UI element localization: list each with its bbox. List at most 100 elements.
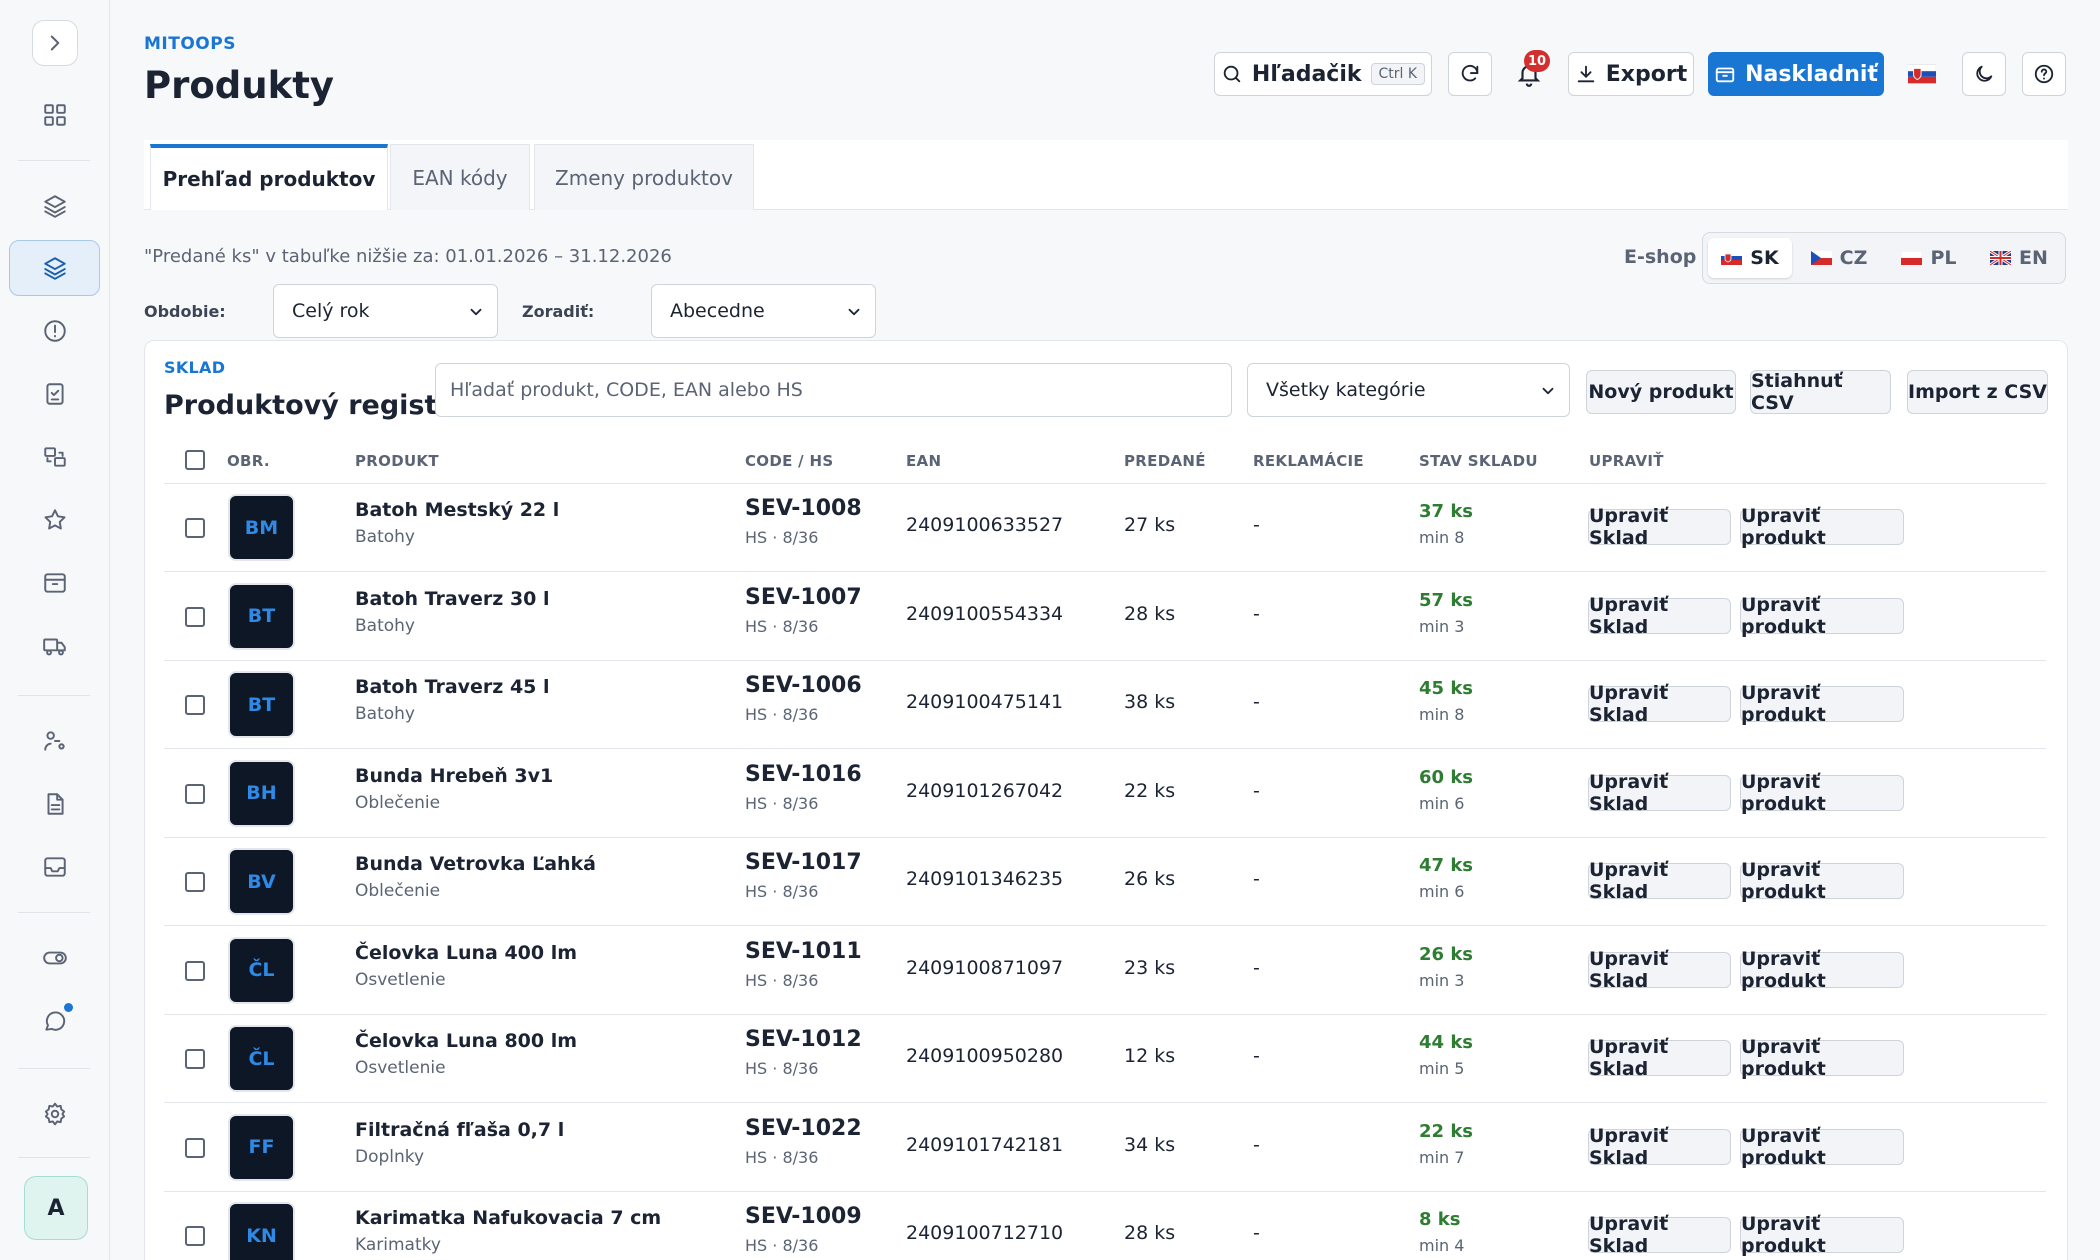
product-search-placeholder: Hľadať produkt, CODE, EAN alebo HS xyxy=(450,379,803,401)
product-name[interactable]: Batoh Traverz 30 l xyxy=(355,588,550,610)
sidebar-item-alerts[interactable] xyxy=(30,306,80,356)
column-header-sold[interactable]: PREDANÉ xyxy=(1124,452,1206,470)
product-name[interactable]: Batoh Mestský 22 l xyxy=(355,499,559,521)
download-csv-button[interactable]: Stiahnuť CSV xyxy=(1750,370,1891,414)
import-csv-button[interactable]: Import z CSV xyxy=(1907,370,2048,414)
row-checkbox[interactable] xyxy=(185,606,205,627)
tab-product-changes[interactable]: Zmeny produktov xyxy=(534,144,754,210)
edit-product-button[interactable]: Upraviť produkt xyxy=(1740,1213,1904,1257)
product-name[interactable]: Bunda Hrebeň 3v1 xyxy=(355,765,553,787)
product-min-stock: min 3 xyxy=(1419,970,1465,990)
edit-stock-button[interactable]: Upraviť Sklad xyxy=(1588,1213,1731,1257)
eshop-lang-cz[interactable]: CZ xyxy=(1797,238,1881,278)
eshop-lang-en[interactable]: EN xyxy=(1977,238,2061,278)
select-all-checkbox[interactable] xyxy=(185,450,205,470)
edit-stock-button[interactable]: Upraviť Sklad xyxy=(1588,1036,1731,1080)
sidebar-item-toggles[interactable] xyxy=(30,933,80,983)
product-name[interactable]: Čelovka Luna 400 lm xyxy=(355,942,577,964)
row-checkbox[interactable] xyxy=(185,783,205,804)
sort-select[interactable]: Abecedne xyxy=(651,284,876,338)
product-claims: - xyxy=(1253,1045,1260,1067)
row-checkbox[interactable] xyxy=(185,1137,205,1158)
sidebar-item-customers[interactable] xyxy=(30,716,80,766)
product-thumbnail[interactable]: ČL xyxy=(228,1025,295,1092)
product-thumbnail[interactable]: BM xyxy=(228,494,295,561)
sidebar-item-archive[interactable] xyxy=(30,558,80,608)
refresh-button[interactable] xyxy=(1448,52,1492,96)
edit-product-button[interactable]: Upraviť produkt xyxy=(1740,948,1904,992)
eshop-lang-pl[interactable]: PL xyxy=(1887,238,1971,278)
sidebar-item-layers[interactable] xyxy=(30,181,80,231)
row-checkbox[interactable] xyxy=(185,872,205,892)
column-header-claims[interactable]: REKLAMÁCIE xyxy=(1253,452,1364,470)
edit-stock-button[interactable]: Upraviť Sklad xyxy=(1588,948,1731,992)
edit-stock-button[interactable]: Upraviť Sklad xyxy=(1588,771,1731,815)
inbox-icon xyxy=(44,857,66,877)
sidebar-item-shipping[interactable] xyxy=(30,621,80,671)
help-button[interactable] xyxy=(2022,52,2066,96)
column-header-product[interactable]: PRODUKT xyxy=(355,452,439,470)
edit-product-button[interactable]: Upraviť produkt xyxy=(1740,859,1904,903)
product-thumbnail[interactable]: FF xyxy=(228,1113,295,1181)
edit-product-button[interactable]: Upraviť produkt xyxy=(1740,1036,1904,1080)
sidebar-item-dashboard[interactable] xyxy=(30,90,80,140)
product-thumbnail[interactable]: BT xyxy=(228,671,295,738)
eshop-lang-sk[interactable]: SK xyxy=(1708,238,1792,278)
product-name[interactable]: Karimatka Nafukovacia 7 cm xyxy=(355,1207,661,1229)
row-checkbox[interactable] xyxy=(185,1226,205,1246)
export-button[interactable]: Export xyxy=(1568,52,1694,96)
edit-product-button[interactable]: Upraviť produkt xyxy=(1740,1125,1904,1169)
edit-stock-button[interactable]: Upraviť Sklad xyxy=(1588,859,1731,903)
edit-stock-button[interactable]: Upraviť Sklad xyxy=(1588,682,1731,726)
product-thumbnail[interactable]: BH xyxy=(228,759,295,827)
edit-product-button[interactable]: Upraviť produkt xyxy=(1740,682,1904,726)
product-thumbnail[interactable]: BV xyxy=(228,848,295,915)
global-search-button[interactable]: Hľadačik Ctrl K xyxy=(1214,52,1432,96)
sidebar-item-tasks[interactable] xyxy=(30,369,80,419)
tab-product-overview[interactable]: Prehľad produktov xyxy=(150,144,388,210)
product-name[interactable]: Filtračná fľaša 0,7 l xyxy=(355,1119,564,1141)
product-sold: 12 ks xyxy=(1124,1045,1176,1067)
edit-stock-button[interactable]: Upraviť Sklad xyxy=(1588,505,1731,549)
product-thumbnail[interactable]: BT xyxy=(228,582,295,650)
user-avatar[interactable]: A xyxy=(24,1176,88,1240)
sidebar-item-transfers[interactable] xyxy=(30,432,80,482)
sidebar-item-chat[interactable] xyxy=(30,996,80,1046)
eshop-label: E-shop xyxy=(1624,246,1697,268)
product-thumbnail[interactable]: ČL xyxy=(228,936,295,1004)
product-name[interactable]: Čelovka Luna 800 lm xyxy=(355,1030,577,1052)
sidebar-item-settings[interactable] xyxy=(30,1089,80,1139)
product-hs: HS · 8/36 xyxy=(745,528,819,547)
row-checkbox[interactable] xyxy=(185,960,205,981)
tab-ean-codes[interactable]: EAN kódy xyxy=(390,144,530,210)
row-checkbox[interactable] xyxy=(185,695,205,715)
row-checkbox[interactable] xyxy=(185,1049,205,1069)
pl-flag-icon xyxy=(1901,251,1923,265)
product-name[interactable]: Batoh Traverz 45 l xyxy=(355,676,550,698)
sidebar-item-documents[interactable] xyxy=(30,779,80,829)
dark-mode-toggle[interactable] xyxy=(1962,52,2006,96)
product-name[interactable]: Bunda Vetrovka Ľahká xyxy=(355,853,596,875)
product-stock: 45 ks xyxy=(1419,678,1473,699)
alert-circle-icon xyxy=(44,320,66,342)
sidebar-item-favorites[interactable] xyxy=(30,495,80,545)
row-checkbox[interactable] xyxy=(185,518,205,538)
column-header-code[interactable]: CODE / HS xyxy=(745,452,833,470)
new-product-button[interactable]: Nový produkt xyxy=(1586,370,1736,414)
product-search-input[interactable]: Hľadať produkt, CODE, EAN alebo HS xyxy=(435,363,1232,417)
product-thumbnail[interactable]: KN xyxy=(228,1202,295,1260)
sidebar-item-inbox[interactable] xyxy=(30,842,80,892)
stock-in-button[interactable]: Naskladniť xyxy=(1708,52,1884,96)
sidebar-toggle-button[interactable] xyxy=(32,20,78,66)
column-header-stock[interactable]: STAV SKLADU xyxy=(1419,452,1538,470)
language-switcher[interactable] xyxy=(1904,52,1940,96)
period-select[interactable]: Celý rok xyxy=(273,284,498,338)
edit-product-button[interactable]: Upraviť produkt xyxy=(1740,594,1904,638)
edit-stock-button[interactable]: Upraviť Sklad xyxy=(1588,1125,1731,1169)
sidebar-item-products[interactable] xyxy=(9,240,100,296)
edit-stock-button[interactable]: Upraviť Sklad xyxy=(1588,594,1731,638)
column-header-ean[interactable]: EAN xyxy=(906,452,941,470)
category-select[interactable]: Všetky kategórie xyxy=(1247,363,1570,417)
edit-product-button[interactable]: Upraviť produkt xyxy=(1740,771,1904,815)
edit-product-button[interactable]: Upraviť produkt xyxy=(1740,505,1904,549)
